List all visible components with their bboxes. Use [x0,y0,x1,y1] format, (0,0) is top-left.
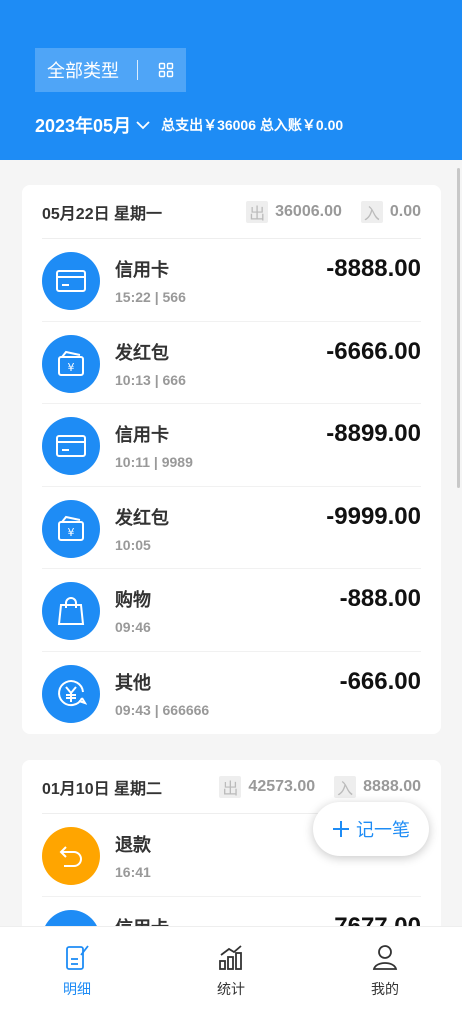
add-record-button[interactable]: 记一笔 [313,802,429,856]
transaction-meta: 10:13 | 666 [115,371,186,388]
day-out-total: 36006.00 [275,202,342,220]
transaction-row[interactable]: 信用卡 10:11 | 9989 -8899.00 [42,404,421,487]
svg-text:¥: ¥ [68,361,75,374]
in-tag: 入 [360,200,383,223]
month-selector[interactable]: 2023年05月 [35,112,131,138]
transaction-row[interactable]: 购物 09:46 -888.00 [42,569,421,652]
transaction-amount: -666.00 [339,667,421,695]
transaction-amount: -9999.00 [326,502,421,530]
day-date: 05月22日 星期一 [42,205,163,223]
day-date: 01月10日 星期二 [42,780,163,798]
profile-icon [372,945,398,970]
card-icon [42,252,100,310]
tab-detail[interactable]: 明细 [0,927,154,1010]
transaction-meta: 10:05 [115,536,151,553]
header: 全部类型 2023年05月 总支出￥36006 总入账￥0.00 [0,0,462,160]
chevron-down-icon[interactable] [135,117,151,133]
tab-profile-label: 我的 [371,981,399,997]
tab-bar: 明细 统计 我的 [0,926,462,1010]
transaction-category: 购物 [115,590,151,611]
transaction-category: 退款 [115,835,151,855]
transaction-category: 信用卡 [115,425,169,446]
svg-text:¥: ¥ [68,526,75,539]
grid-icon [158,62,174,78]
transaction-row[interactable]: ¥ 发红包 10:13 | 666 -6666.00 [42,322,421,405]
type-filter-label: 全部类型 [47,61,119,81]
scrollbar[interactable] [457,168,460,488]
month-totals: 总支出￥36006 总入账￥0.00 [161,117,344,133]
transaction-meta: 10:11 | 9989 [115,454,193,471]
transaction-amount: -8899.00 [326,420,421,448]
day-card: 05月22日 星期一 出 36006.00 入 0.00 信用卡 15:22 |… [22,185,441,734]
in-tag: 入 [334,775,357,798]
day-in-total: 8888.00 [363,777,421,795]
divider [137,60,138,80]
transaction-amount: -888.00 [339,585,421,613]
transaction-meta: 16:41 [115,864,151,880]
add-record-label: 记一笔 [356,820,410,840]
transaction-amount: -8888.00 [326,255,421,282]
transaction-category: 发红包 [115,507,169,528]
card-icon [42,417,100,476]
yuan-coin-icon [42,664,100,723]
detail-list-icon [66,945,89,970]
transaction-row[interactable]: ¥ 发红包 10:05 -9999.00 [42,487,421,570]
out-tag: 出 [219,775,242,798]
red-envelope-icon: ¥ [42,334,100,393]
out-tag: 出 [246,200,269,223]
day-out-total: 42573.00 [248,777,316,795]
transaction-category: 发红包 [115,342,169,363]
transaction-meta: 09:43 | 666666 [115,701,210,718]
transaction-row[interactable]: 其他 09:43 | 666666 -666.00 [42,652,421,734]
tab-stats[interactable]: 统计 [154,927,308,1010]
transaction-category: 其他 [115,672,151,693]
stats-chart-icon [219,945,242,970]
tab-stats-label: 统计 [217,981,245,997]
day-header: 05月22日 星期一 出 36006.00 入 0.00 [42,185,421,239]
tab-profile[interactable]: 我的 [308,927,462,1010]
plus-icon [332,820,350,838]
transaction-meta: 09:46 [115,619,151,636]
transaction-category: 信用卡 [115,260,169,280]
type-filter-button[interactable]: 全部类型 [35,48,186,92]
shopping-bag-icon [42,582,100,641]
day-in-total: 0.00 [389,202,421,220]
tab-detail-label: 明细 [63,981,91,997]
month-row: 2023年05月 总支出￥36006 总入账￥0.00 [35,112,343,138]
red-envelope-icon: ¥ [42,499,100,558]
refund-icon [42,827,100,885]
transaction-amount: -6666.00 [326,337,421,365]
transaction-row[interactable]: 信用卡 15:22 | 566 -8888.00 [42,239,421,322]
transaction-meta: 15:22 | 566 [115,289,186,305]
